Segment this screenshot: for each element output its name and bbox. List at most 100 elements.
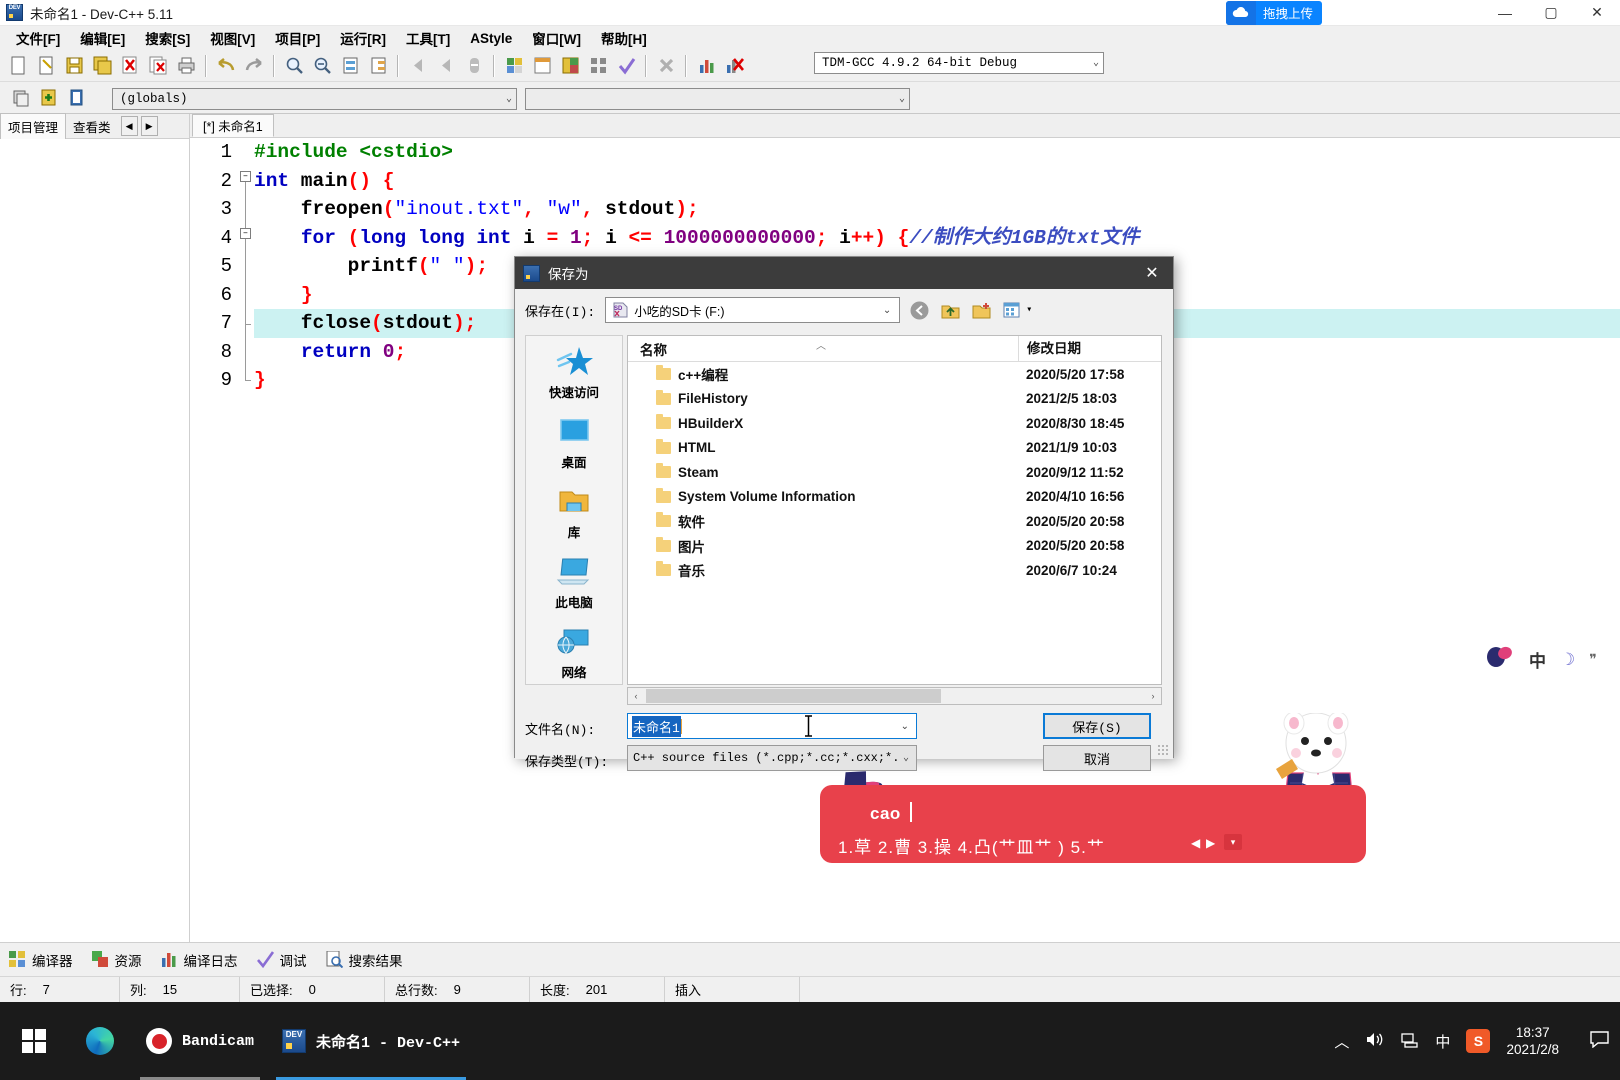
redo-icon[interactable] <box>241 53 267 78</box>
compile-icon[interactable] <box>501 53 527 78</box>
bottom-tab-compile-log[interactable]: 编译日志 <box>160 950 238 970</box>
file-list-row[interactable]: System Volume Information 2020/4/10 16:56 <box>628 485 1161 510</box>
project-new-icon[interactable] <box>7 85 33 110</box>
bottom-tab-debug[interactable]: 调试 <box>256 950 307 970</box>
bottom-tab-resource[interactable]: 资源 <box>91 950 142 970</box>
column-header-date[interactable]: 修改日期 <box>1018 336 1161 362</box>
undo-icon[interactable] <box>213 53 239 78</box>
tabs-scroll-right-button[interactable]: ▶ <box>140 116 158 136</box>
ime-mode-label[interactable]: 中 <box>1529 647 1546 672</box>
start-button[interactable] <box>0 1002 68 1080</box>
ime-candidate-bar[interactable]: cao 1.草 2.曹 3.操 4.凸(艹皿艹 ) 5.艹 ◀ ▶ ▾ <box>820 785 1366 863</box>
taskbar-item-edge[interactable] <box>68 1002 132 1080</box>
compiler-select[interactable]: TDM-GCC 4.9.2 64-bit Debug ⌄ <box>814 52 1104 74</box>
bottom-tab-search-results[interactable]: 搜索结果 <box>325 950 403 970</box>
stop-icon[interactable] <box>653 53 679 78</box>
moon-icon[interactable]: ☽ <box>1560 650 1575 670</box>
open-file-icon[interactable] <box>33 53 59 78</box>
goto-line-icon[interactable] <box>337 53 363 78</box>
new-folder-icon[interactable] <box>969 298 993 322</box>
upload-button[interactable]: 拖拽上传 <box>1225 0 1322 25</box>
code-line[interactable]: for (long long int i = 1; i <= 100000000… <box>254 224 1620 253</box>
save-icon[interactable] <box>61 53 87 78</box>
tab-class-browser[interactable]: 查看类 <box>66 114 118 139</box>
sogou-logo-icon[interactable] <box>1485 645 1515 674</box>
code-line[interactable]: freopen("inout.txt", "w", stdout); <box>254 195 1620 224</box>
scroll-left-button[interactable]: ‹ <box>628 691 644 701</box>
dialog-close-button[interactable]: ✕ <box>1131 257 1173 289</box>
bottom-tab-compiler[interactable]: 编译器 <box>8 950 73 970</box>
profile-icon[interactable] <box>693 53 719 78</box>
print-icon[interactable] <box>173 53 199 78</box>
hscroll-track[interactable] <box>644 689 1145 703</box>
ime-mode-icon[interactable]: 中 <box>1435 1031 1450 1052</box>
file-list-row[interactable]: HBuilderX 2020/8/30 18:45 <box>628 411 1161 436</box>
show-hidden-icons-chevron-icon[interactable]: ︿ <box>1334 1031 1349 1052</box>
insert-icon[interactable] <box>461 53 487 78</box>
file-list[interactable]: 名称 修改日期 ︿ c++编程 2020/5/20 17:58 FileHistor… <box>627 335 1162 685</box>
file-list-row[interactable]: c++编程 2020/5/20 17:58 <box>628 362 1161 387</box>
project-remove-icon[interactable] <box>63 85 89 110</box>
ime-expand-button[interactable]: ▾ <box>1224 834 1242 850</box>
notification-icon[interactable] <box>1589 1030 1610 1052</box>
new-file-icon[interactable] <box>5 53 31 78</box>
look-in-select[interactable]: SD 小吃的SD卡 (F:) ⌄ <box>605 297 901 323</box>
taskbar-item-bandicam[interactable]: Bandicam <box>132 1002 268 1080</box>
run-icon[interactable] <box>529 53 555 78</box>
syntax-check-icon[interactable] <box>613 53 639 78</box>
code-folding-column[interactable]: – – <box>240 138 254 942</box>
menu-run[interactable]: 运行[R] <box>330 26 396 50</box>
file-list-row[interactable]: HTML 2021/1/9 10:03 <box>628 436 1161 461</box>
close-button[interactable]: ✕ <box>1574 0 1620 26</box>
code-line[interactable]: #include <cstdio> <box>254 138 1620 167</box>
ime-prev-page-button[interactable]: ◀ <box>1191 836 1200 850</box>
chevron-down-icon[interactable]: ⌄ <box>901 721 913 732</box>
save-all-icon[interactable] <box>89 53 115 78</box>
back-icon[interactable] <box>405 53 431 78</box>
taskbar-clock[interactable]: 18:37 2021/2/8 <box>1506 1024 1573 1058</box>
menu-view[interactable]: 视图[V] <box>200 26 265 50</box>
menu-astyle[interactable]: AStyle <box>460 29 522 48</box>
delete-profile-icon[interactable] <box>721 53 747 78</box>
scroll-right-button[interactable]: › <box>1145 691 1161 701</box>
place-quick-access[interactable]: 快速访问 <box>526 336 622 406</box>
filetype-select[interactable]: C++ source files (*.cpp;*.cc;*.cxx;*. ⌄ <box>627 745 917 771</box>
menu-help[interactable]: 帮助[H] <box>591 26 657 50</box>
filename-input[interactable]: 未命名1 ⌄ <box>627 713 917 739</box>
replace-icon[interactable] <box>309 53 335 78</box>
view-dropdown-arrow-icon[interactable]: ▾ <box>1026 304 1032 316</box>
project-add-icon[interactable] <box>35 85 61 110</box>
ime-next-page-button[interactable]: ▶ <box>1206 836 1215 850</box>
place-desktop[interactable]: 桌面 <box>526 406 622 476</box>
resize-grip[interactable] <box>1157 744 1169 756</box>
network-icon[interactable] <box>1400 1031 1419 1052</box>
menu-tools[interactable]: 工具[T] <box>396 26 460 50</box>
indent-icon[interactable] <box>365 53 391 78</box>
member-select[interactable]: ⌄ <box>525 88 910 110</box>
file-list-row[interactable]: Steam 2020/9/12 11:52 <box>628 460 1161 485</box>
tabs-scroll-left-button[interactable]: ◀ <box>120 116 138 136</box>
minimize-button[interactable]: — <box>1482 0 1528 26</box>
save-as-dialog[interactable]: 保存为 ✕ 保存在(I): SD 小吃的SD卡 (F:) ⌄ ▾ 快速访问 桌面… <box>514 256 1174 771</box>
fold-toggle-for[interactable]: – <box>240 228 251 239</box>
cancel-button[interactable]: 取消 <box>1043 745 1151 771</box>
maximize-button[interactable]: ▢ <box>1528 0 1574 26</box>
menu-edit[interactable]: 编辑[E] <box>70 26 135 50</box>
up-folder-icon[interactable] <box>938 298 962 322</box>
close-file-icon[interactable] <box>117 53 143 78</box>
file-list-row[interactable]: 软件 2020/5/20 20:58 <box>628 509 1161 534</box>
editor-tab-untitled1[interactable]: [*] 未命名1 <box>192 114 274 137</box>
rebuild-icon[interactable] <box>585 53 611 78</box>
place-library[interactable]: 库 <box>526 476 622 546</box>
menu-file[interactable]: 文件[F] <box>6 26 70 50</box>
menu-search[interactable]: 搜索[S] <box>135 26 200 50</box>
compile-run-icon[interactable] <box>557 53 583 78</box>
quote-icon[interactable]: ❞ <box>1589 651 1597 668</box>
volume-icon[interactable] <box>1365 1031 1384 1052</box>
find-icon[interactable] <box>281 53 307 78</box>
place-network[interactable]: 网络 <box>526 616 622 686</box>
code-line[interactable]: int main() { <box>254 167 1620 196</box>
file-list-row[interactable]: 图片 2020/5/20 20:58 <box>628 534 1161 559</box>
place-this-pc[interactable]: 此电脑 <box>526 546 622 616</box>
project-tree[interactable] <box>0 138 189 942</box>
